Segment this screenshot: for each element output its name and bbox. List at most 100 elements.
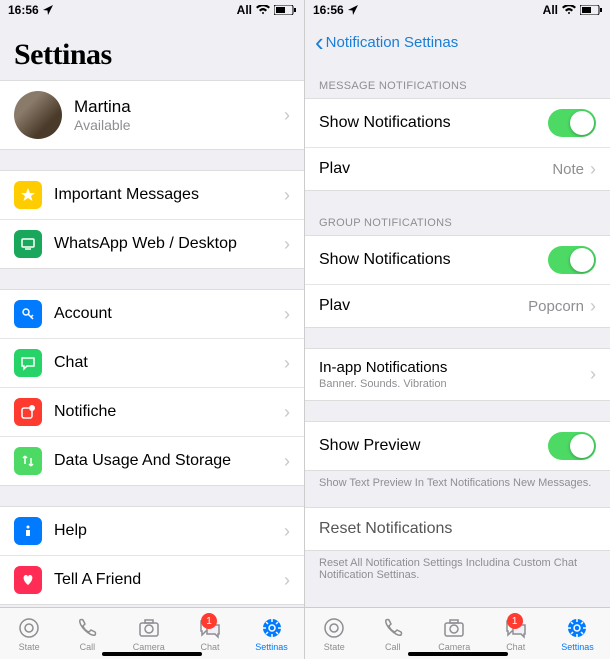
account-row[interactable]: Account › — [0, 290, 304, 339]
camera-icon — [441, 615, 467, 641]
row-label: Help — [54, 522, 284, 540]
profile-status: Available — [74, 117, 284, 133]
tab-state[interactable]: State — [16, 615, 42, 652]
battery-icon — [274, 5, 296, 15]
chevron-right-icon: › — [590, 159, 596, 180]
phone-icon — [380, 615, 406, 641]
section-header-message: MESSAGE NOTIFICATIONS — [305, 74, 610, 98]
status-circle-icon — [321, 615, 347, 641]
reset-notifications-row[interactable]: Reset Notifications — [305, 508, 610, 550]
preview-toggle[interactable] — [548, 432, 596, 460]
row-label: Reset Notifications — [319, 520, 596, 538]
settings-screen: 16:56 All Settinas Martina Available › — [0, 0, 305, 659]
back-button[interactable]: ‹ — [315, 27, 324, 58]
info-icon — [14, 517, 42, 545]
status-circle-icon — [16, 615, 42, 641]
inapp-notifications-row[interactable]: In-app Notifications Banner. Sounds. Vib… — [305, 349, 610, 400]
avatar — [14, 91, 62, 139]
chat-badge: 1 — [507, 613, 523, 629]
heart-icon — [14, 566, 42, 594]
row-label: Notifiche — [54, 403, 284, 421]
home-indicator[interactable] — [102, 652, 202, 656]
wifi-icon — [562, 5, 576, 15]
phone-icon — [74, 615, 100, 641]
grp-show-notifications-row: Show Notifications — [305, 236, 610, 285]
tab-chat[interactable]: 1 Chat — [503, 615, 529, 652]
chevron-right-icon: › — [590, 364, 596, 385]
gear-icon — [564, 615, 590, 641]
chevron-right-icon: › — [284, 304, 290, 325]
gear-icon — [259, 615, 285, 641]
notification-settings-screen: 16:56 All ‹ Notification Settinas MESSAG… — [305, 0, 610, 659]
data-usage-row[interactable]: Data Usage And Storage › — [0, 437, 304, 485]
status-time: 16:56 — [8, 3, 39, 17]
tab-label: Camera — [133, 642, 165, 652]
battery-icon — [580, 5, 602, 15]
row-label: Important Messages — [54, 186, 284, 204]
notifications-row[interactable]: Notifiche › — [0, 388, 304, 437]
tab-camera[interactable]: Camera — [438, 615, 470, 652]
starred-messages-row[interactable]: Important Messages › — [0, 171, 304, 220]
row-label: Account — [54, 305, 284, 323]
tab-label: Camera — [438, 642, 470, 652]
status-bar: 16:56 All — [305, 0, 610, 20]
grp-sound-row[interactable]: Plav Popcorn › — [305, 285, 610, 327]
desktop-icon — [14, 230, 42, 258]
camera-icon — [136, 615, 162, 641]
whatsapp-web-row[interactable]: WhatsApp Web / Desktop › — [0, 220, 304, 268]
page-title: Settinas — [0, 20, 304, 80]
chevron-right-icon: › — [590, 296, 596, 317]
tab-settings[interactable]: Settinas — [561, 615, 594, 652]
row-label: Show Notifications — [319, 114, 548, 132]
help-row[interactable]: Help › — [0, 507, 304, 556]
tab-state[interactable]: State — [321, 615, 347, 652]
show-preview-row: Show Preview — [305, 422, 610, 470]
chevron-right-icon: › — [284, 353, 290, 374]
tab-chat[interactable]: 1 Chat — [197, 615, 223, 652]
profile-row[interactable]: Martina Available › — [0, 80, 304, 150]
tab-settings[interactable]: Settinas — [255, 615, 288, 652]
tab-label: State — [19, 642, 40, 652]
wifi-icon — [256, 5, 270, 15]
row-value: Note — [552, 161, 584, 178]
row-label: In-app Notifications — [319, 359, 590, 376]
preview-footer: Show Text Preview In Text Notifications … — [305, 471, 610, 495]
row-label: Plav — [319, 297, 528, 315]
location-icon — [348, 5, 358, 15]
tab-label: State — [324, 642, 345, 652]
tab-label: Settinas — [561, 642, 594, 652]
app-badge-icon — [14, 398, 42, 426]
msg-show-toggle[interactable] — [548, 109, 596, 137]
tab-call[interactable]: Call — [380, 615, 406, 652]
row-label: Show Preview — [319, 437, 548, 455]
nav-title[interactable]: Notification Settinas — [326, 34, 459, 51]
row-label: WhatsApp Web / Desktop — [54, 235, 284, 253]
tab-label: Chat — [200, 642, 219, 652]
chat-row[interactable]: Chat › — [0, 339, 304, 388]
chevron-right-icon: › — [284, 451, 290, 472]
section-header-group: GROUP NOTIFICATIONS — [305, 211, 610, 235]
chat-badge: 1 — [201, 613, 217, 629]
home-indicator[interactable] — [408, 652, 508, 656]
tab-label: Settinas — [255, 642, 288, 652]
reset-footer: Reset All Notification Settings Includin… — [305, 551, 610, 587]
status-time: 16:56 — [313, 3, 344, 17]
grp-show-toggle[interactable] — [548, 246, 596, 274]
carrier-label: All — [543, 3, 558, 17]
tab-call[interactable]: Call — [74, 615, 100, 652]
row-label: Plav — [319, 160, 552, 178]
tab-label: Call — [385, 642, 401, 652]
row-value: Popcorn — [528, 298, 584, 315]
status-bar: 16:56 All — [0, 0, 304, 20]
msg-sound-row[interactable]: Plav Note › — [305, 148, 610, 190]
chevron-right-icon: › — [284, 402, 290, 423]
nav-header: ‹ Notification Settinas — [305, 20, 610, 64]
row-label: Show Notifications — [319, 251, 548, 269]
tab-camera[interactable]: Camera — [133, 615, 165, 652]
tell-friend-row[interactable]: Tell A Friend › — [0, 556, 304, 604]
chevron-right-icon: › — [284, 185, 290, 206]
arrows-icon — [14, 447, 42, 475]
row-label: Chat — [54, 354, 284, 372]
tab-label: Chat — [506, 642, 525, 652]
carrier-label: All — [237, 3, 252, 17]
